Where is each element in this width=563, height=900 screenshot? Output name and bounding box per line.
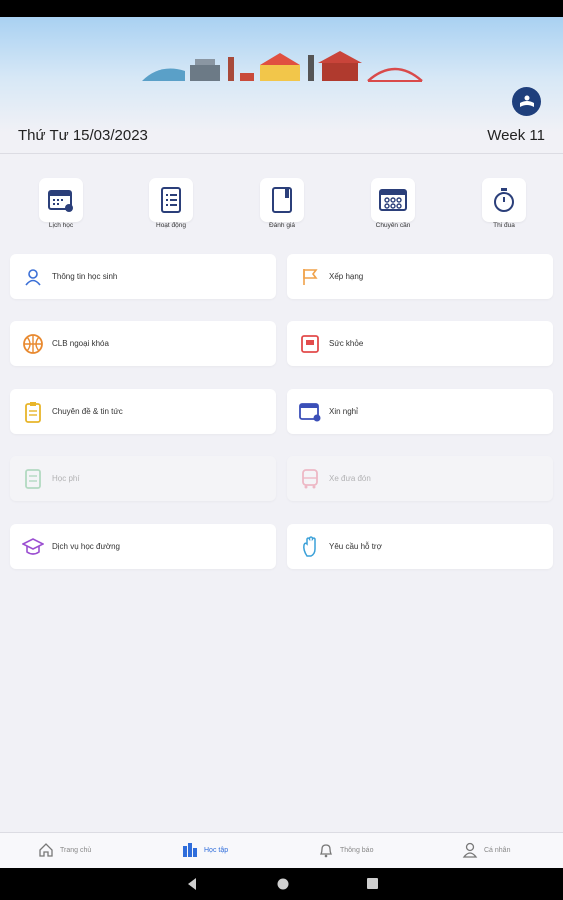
tab-hoc-tap[interactable]: Học tập <box>182 842 228 858</box>
student-icon <box>22 266 44 288</box>
card-label: Xin nghỉ <box>329 407 358 416</box>
system-nav-bar <box>0 868 563 900</box>
status-bar <box>0 0 563 17</box>
card-label: Yêu cầu hỗ trợ <box>329 542 382 551</box>
quick-action-hoat-dong[interactable] <box>149 178 193 222</box>
card-hoc-phi: Học phí <box>10 456 276 501</box>
bus-icon <box>299 468 321 490</box>
study-icon <box>183 843 197 857</box>
bottom-tab-bar: Trang chủ Học tập Thông báo Cá nhân <box>0 832 563 868</box>
calendar-icon <box>48 190 73 212</box>
card-label: Chuyên đề & tin tức <box>52 407 123 416</box>
book-logo-icon <box>519 95 534 107</box>
card-clb-ngoai-khoa[interactable]: CLB ngoại khóa <box>10 321 276 366</box>
health-icon <box>299 333 321 355</box>
card-label: Sức khỏe <box>329 339 364 348</box>
current-week: Week 11 <box>487 127 545 144</box>
recents-icon[interactable] <box>366 877 379 890</box>
quick-action-lich-hoc[interactable] <box>39 178 83 222</box>
fee-icon <box>22 468 44 490</box>
quick-label: Lịch học <box>48 222 74 229</box>
card-dich-vu-hoc-duong[interactable]: Dịch vụ học đường <box>10 524 276 569</box>
leave-icon <box>299 401 321 423</box>
tab-trang-chu[interactable]: Trang chủ <box>38 842 91 858</box>
landmarks-illustration <box>142 51 423 82</box>
bell-icon <box>319 844 333 858</box>
quick-label: Hoạt động <box>156 222 186 229</box>
graduation-cap-icon <box>22 536 44 558</box>
quick-action-chuyen-can[interactable] <box>371 178 415 222</box>
tab-label: Cá nhân <box>484 846 511 854</box>
checklist-icon <box>161 187 181 213</box>
quick-action-thi-dua[interactable] <box>482 178 526 222</box>
basketball-icon <box>22 333 44 355</box>
card-xin-nghi[interactable]: Xin nghỉ <box>287 389 553 434</box>
stopwatch-icon <box>494 188 514 212</box>
home-nav-icon[interactable] <box>276 877 290 891</box>
card-xe-dua-don: Xe đưa đón <box>287 456 553 501</box>
card-thong-tin-hoc-sinh[interactable]: Thông tin học sinh <box>10 254 276 299</box>
card-label: Xe đưa đón <box>329 474 371 483</box>
tab-label: Thông báo <box>340 846 374 854</box>
clipboard-icon <box>22 401 44 423</box>
quick-label: Đánh giá <box>268 222 296 229</box>
tab-label: Học tập <box>204 846 229 854</box>
card-suc-khoe[interactable]: Sức khỏe <box>287 321 553 366</box>
card-label: CLB ngoại khóa <box>52 339 109 348</box>
school-logo[interactable] <box>512 87 541 116</box>
flag-icon <box>299 266 321 288</box>
quick-label: Chuyên cần <box>375 222 411 229</box>
notebook-icon <box>272 187 292 213</box>
back-icon[interactable] <box>186 877 198 891</box>
card-xep-hang[interactable]: Xếp hạng <box>287 254 553 299</box>
card-label: Thông tin học sinh <box>52 272 118 281</box>
quick-label: Thi đua <box>493 222 515 229</box>
tab-ca-nhan[interactable]: Cá nhân <box>462 842 510 858</box>
quick-action-danh-gia[interactable] <box>260 178 304 222</box>
header-banner: Thứ Tư 15/03/2023 Week 11 <box>0 17 563 154</box>
support-hand-icon <box>299 535 321 558</box>
person-icon <box>462 842 478 858</box>
tab-thong-bao[interactable]: Thông báo <box>318 842 373 858</box>
card-label: Dịch vụ học đường <box>52 542 120 551</box>
card-label: Học phí <box>52 474 80 483</box>
current-date: Thứ Tư 15/03/2023 <box>18 127 148 144</box>
card-yeu-cau-ho-tro[interactable]: Yêu cầu hỗ trợ <box>287 524 553 569</box>
card-chuyen-de-tin-tuc[interactable]: Chuyên đề & tin tức <box>10 389 276 434</box>
home-icon <box>39 843 53 857</box>
tab-label: Trang chủ <box>60 846 92 854</box>
card-label: Xếp hạng <box>329 272 364 281</box>
attendance-icon <box>379 189 407 211</box>
